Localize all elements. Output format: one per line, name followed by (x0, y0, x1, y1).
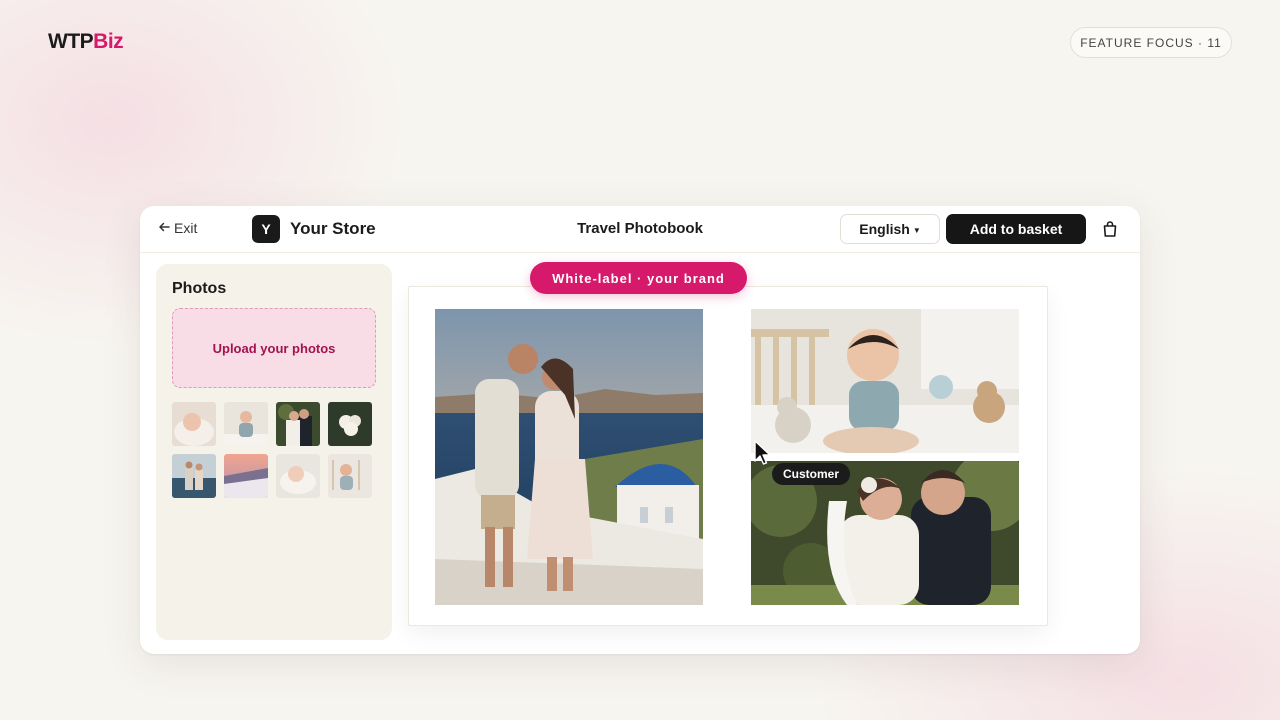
logo-part-biz: Biz (93, 30, 124, 53)
arrow-left-icon (158, 220, 170, 236)
thumbnail-baby-sitting[interactable] (224, 402, 268, 446)
thumbnail-flower-bouquet[interactable] (328, 402, 372, 446)
logo-part-wtp: WTP (48, 30, 94, 53)
add-to-basket-button[interactable]: Add to basket (946, 214, 1086, 244)
thumbnail-wedding-couple[interactable] (276, 402, 320, 446)
language-selector[interactable]: English ▼ (840, 214, 940, 244)
language-label: English (859, 221, 910, 237)
thumbnail-baby-sleeping-2[interactable] (276, 454, 320, 498)
thumbnail-sunset-village[interactable] (224, 454, 268, 498)
wtpbiz-logo: WTPBiz (48, 30, 124, 54)
white-label-badge: White-label · your brand (530, 262, 747, 294)
upload-photos-dropzone[interactable]: Upload your photos (172, 308, 376, 388)
editor-topbar: Exit Y Your Store Travel Photobook Engli… (140, 206, 1140, 253)
store-name: Your Store (290, 219, 376, 238)
photos-sidebar: Photos Upload your photos (156, 264, 392, 640)
photo-laughing-baby[interactable] (751, 309, 1019, 453)
photobook-spread[interactable] (408, 286, 1048, 626)
exit-button[interactable]: Exit (158, 220, 197, 236)
thumbnail-baby-sleeping[interactable] (172, 402, 216, 446)
photo-thumbnails (172, 402, 376, 498)
store-logo: Y (252, 215, 280, 243)
photobook-editor-window: Exit Y Your Store Travel Photobook Engli… (140, 206, 1140, 654)
thumbnail-baby-crib[interactable] (328, 454, 372, 498)
sidebar-title: Photos (172, 280, 227, 297)
exit-label: Exit (174, 220, 198, 236)
chevron-down-icon: ▼ (912, 225, 921, 235)
shopping-bag-icon[interactable] (1101, 220, 1119, 238)
photo-travel-couple-santorini[interactable] (435, 309, 703, 605)
thumbnail-travel-couple[interactable] (172, 454, 216, 498)
feature-focus-badge: FEATURE FOCUS · 11 (1070, 27, 1232, 58)
customer-cursor-label: Customer (772, 463, 850, 485)
mouse-cursor-icon (754, 440, 771, 465)
